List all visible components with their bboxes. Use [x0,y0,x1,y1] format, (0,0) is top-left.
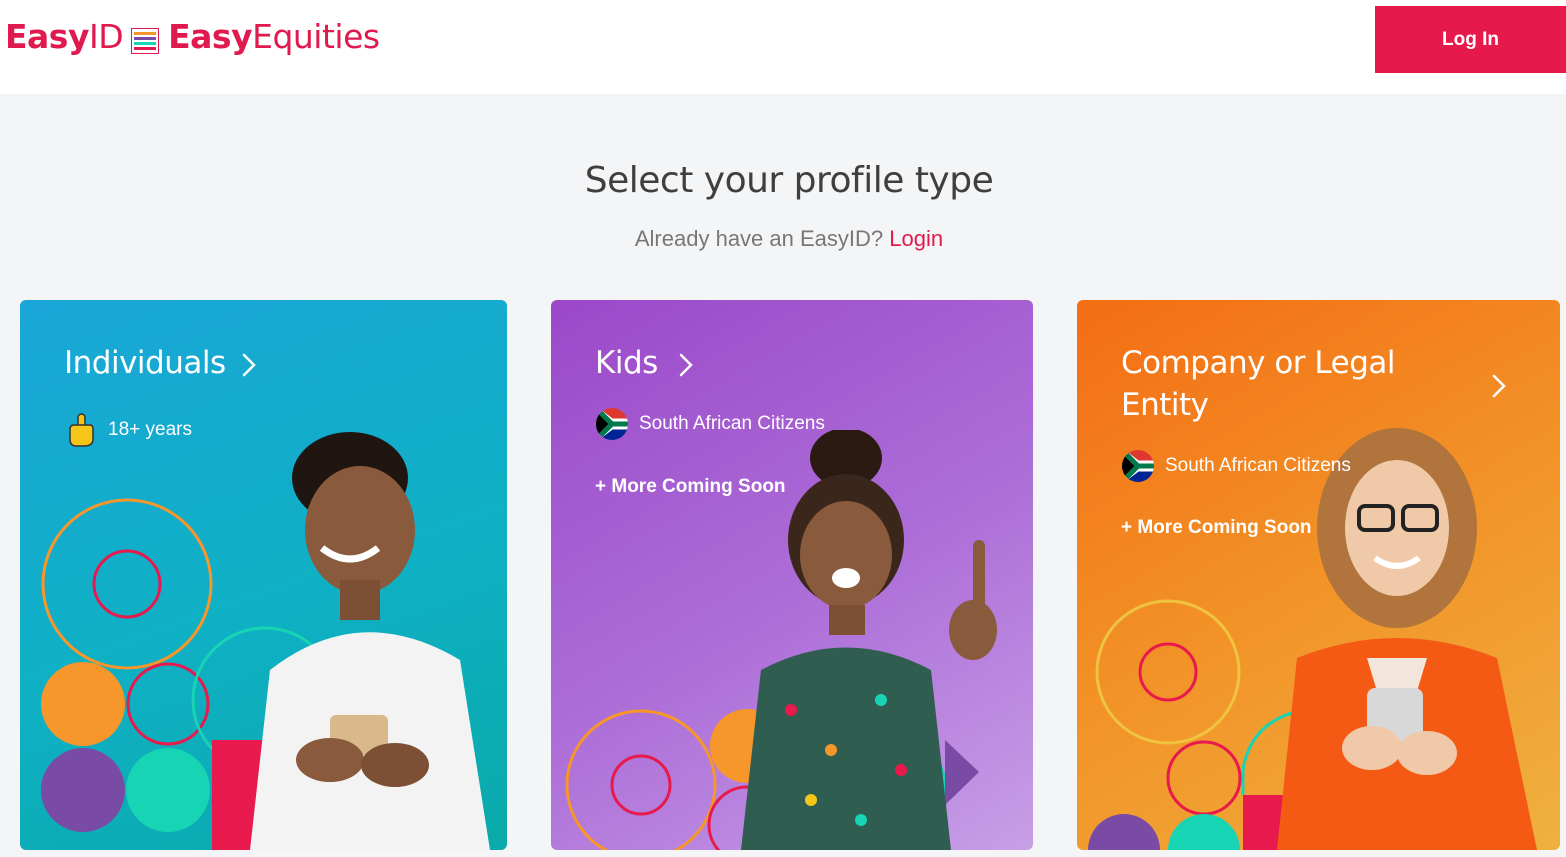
card-kids[interactable]: Kids South African Citizens + More Comin… [551,300,1033,850]
age-requirement: 18+ years [64,413,192,447]
more-coming-soon: + More Coming Soon [595,476,786,497]
card-individuals[interactable]: Individuals 18+ years [20,300,507,850]
south-africa-flag-icon [595,407,629,441]
chevron-right-icon [236,352,262,378]
card-title: Kids [595,345,658,381]
page-subtitle: Already have an EasyID? Login [0,226,1566,252]
chevron-right-icon [1486,373,1512,399]
logo-brand-easy: Easy [168,16,253,56]
south-africa-flag-icon [1121,449,1155,483]
citizenship-requirement: South African Citizens [1121,449,1351,483]
citizenship-label: South African Citizens [639,413,825,434]
citizenship-label: South African Citizens [1165,455,1351,476]
chevron-right-icon [673,352,699,378]
pointing-hand-icon [64,413,98,447]
person-photo [210,430,507,850]
logo[interactable]: Easy ID Easy Equities [5,14,380,58]
subtitle-text: Already have an EasyID? [634,226,884,251]
logo-id: ID [88,16,124,56]
citizenship-requirement: South African Citizens [595,407,825,441]
logo-brand-equities: Equities [252,16,380,56]
page-title: Select your profile type [584,160,994,201]
abacus-icon [130,23,161,55]
log-in-button[interactable]: Log In [1375,6,1566,73]
logo-easy: Easy [5,16,89,56]
more-coming-soon: + More Coming Soon [1121,517,1312,538]
card-title-line-1: Company or Legal [1121,345,1395,381]
card-title-line-2: Entity [1121,387,1209,423]
age-label: 18+ years [108,419,192,440]
card-title: Individuals [64,345,226,381]
header: Easy ID Easy Equities Log In [0,0,1566,94]
login-link[interactable]: Login [889,226,943,251]
person-photo [1247,428,1560,850]
card-company[interactable]: Company or Legal Entity South African Ci… [1077,300,1560,850]
